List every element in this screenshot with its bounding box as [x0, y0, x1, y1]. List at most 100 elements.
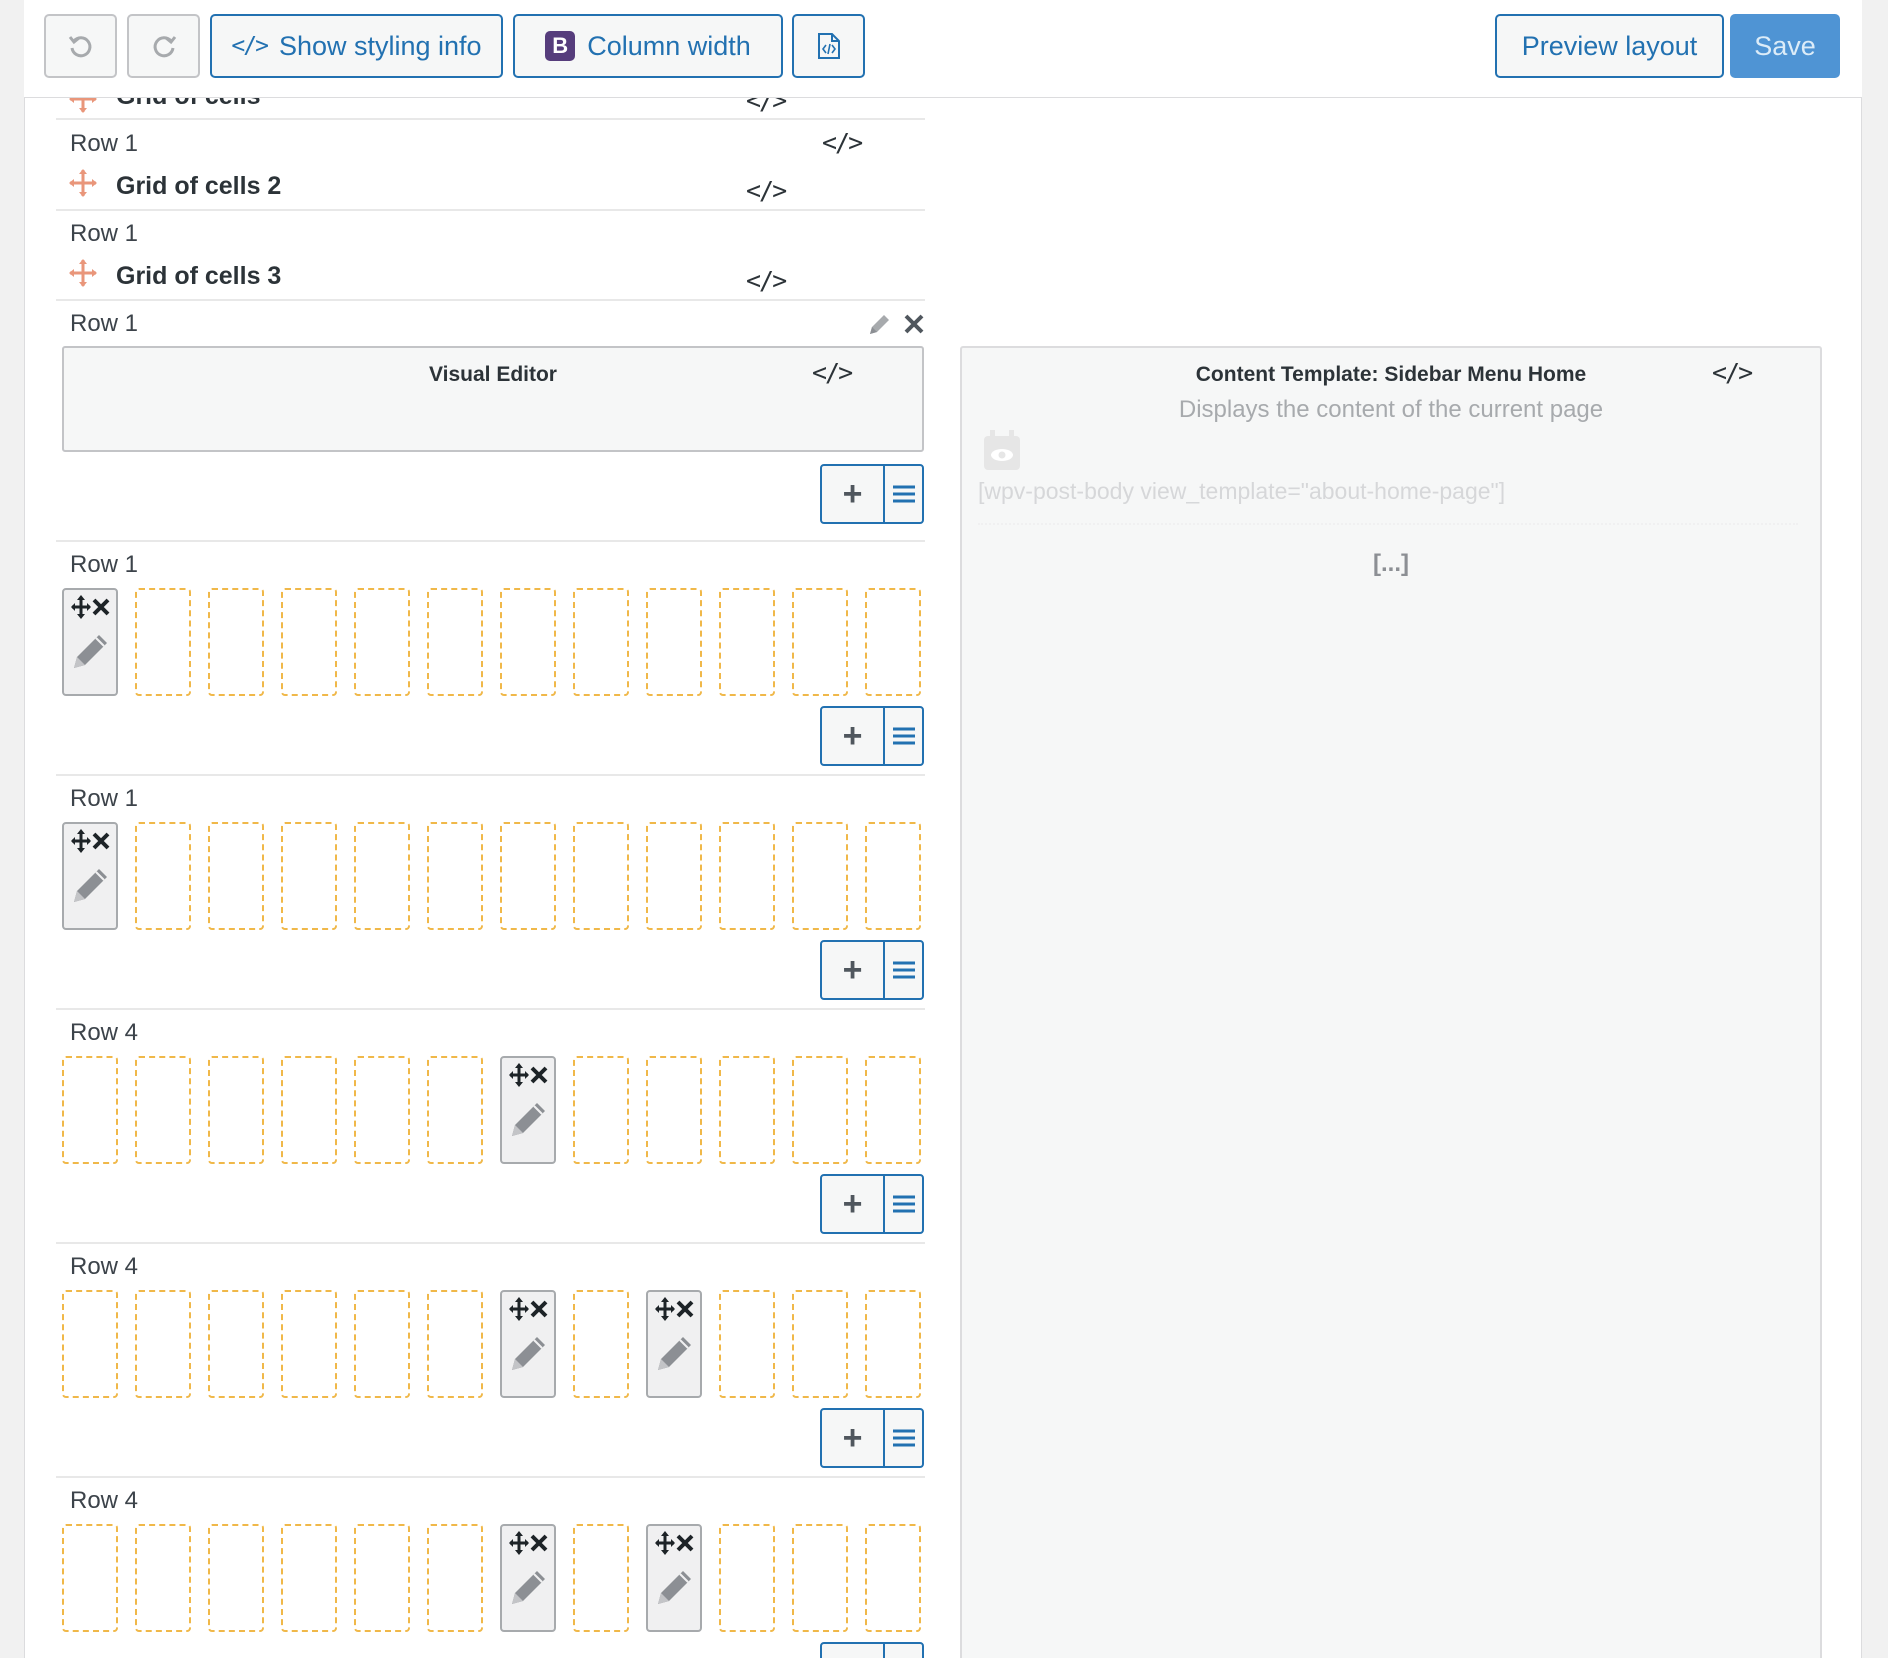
- grid-cell-empty[interactable]: [427, 588, 483, 696]
- grid-cell-empty[interactable]: [281, 1524, 337, 1632]
- grid-cell-empty[interactable]: [865, 822, 921, 930]
- grid-cell-empty[interactable]: [792, 822, 848, 930]
- preview-layout-button[interactable]: Preview layout: [1495, 14, 1724, 78]
- grid-cell-empty[interactable]: [500, 588, 556, 696]
- pencil-icon[interactable]: [866, 312, 892, 338]
- grid-cell-filled[interactable]: [500, 1056, 556, 1164]
- move-delete-icon[interactable]: [508, 1530, 550, 1556]
- code-file-button[interactable]: [792, 14, 865, 78]
- add-cell-button[interactable]: +: [822, 1644, 885, 1658]
- grid-cell-empty[interactable]: [792, 1524, 848, 1632]
- grid-cell-empty[interactable]: [865, 588, 921, 696]
- add-cell-button[interactable]: +: [822, 1410, 885, 1466]
- column-width-button[interactable]: B Column width: [513, 14, 783, 78]
- pencil-icon[interactable]: [506, 1564, 552, 1610]
- move-delete-icon[interactable]: [70, 594, 112, 620]
- grid-cell-empty[interactable]: [719, 1056, 775, 1164]
- grid-cell-empty[interactable]: [281, 822, 337, 930]
- move-delete-icon[interactable]: [654, 1530, 696, 1556]
- grid-cell-empty[interactable]: [62, 1290, 118, 1398]
- add-cell-button[interactable]: +: [822, 1176, 885, 1232]
- pencil-icon[interactable]: [68, 862, 114, 908]
- grid-cell-empty[interactable]: [281, 588, 337, 696]
- grid-cell-empty[interactable]: [354, 1524, 410, 1632]
- pencil-icon[interactable]: [506, 1096, 552, 1142]
- grid-cell-empty[interactable]: [719, 822, 775, 930]
- grid-cell-empty[interactable]: [646, 1056, 702, 1164]
- pencil-icon[interactable]: [652, 1330, 698, 1376]
- add-row-button-group[interactable]: +: [820, 706, 924, 766]
- grid-cell-empty[interactable]: [135, 1056, 191, 1164]
- grid-cell-empty[interactable]: [646, 822, 702, 930]
- add-row-button-group[interactable]: +: [820, 464, 924, 524]
- grid-cell-empty[interactable]: [354, 588, 410, 696]
- code-icon[interactable]: </>: [746, 176, 787, 205]
- add-cell-button[interactable]: +: [822, 466, 885, 522]
- grid-cell-empty[interactable]: [719, 1290, 775, 1398]
- grid-cell-empty[interactable]: [208, 822, 264, 930]
- visual-editor-cell[interactable]: Visual Editor </>: [62, 346, 924, 452]
- add-cell-button[interactable]: +: [822, 708, 885, 764]
- code-icon[interactable]: </>: [746, 266, 787, 295]
- grid-cell-empty[interactable]: [135, 588, 191, 696]
- content-template-cell[interactable]: Content Template: Sidebar Menu Home </> …: [960, 346, 1822, 1658]
- save-button[interactable]: Save: [1730, 14, 1840, 78]
- move-delete-icon[interactable]: [70, 828, 112, 854]
- grid-cell-filled[interactable]: [62, 588, 118, 696]
- add-row-button-group[interactable]: +: [820, 1642, 924, 1658]
- move-delete-icon[interactable]: [508, 1296, 550, 1322]
- grid-cell-empty[interactable]: [573, 1290, 629, 1398]
- grid-cell-empty[interactable]: [354, 1290, 410, 1398]
- pencil-icon[interactable]: [506, 1330, 552, 1376]
- row-menu-button[interactable]: [885, 466, 922, 522]
- grid-cell-empty[interactable]: [719, 1524, 775, 1632]
- code-icon[interactable]: </>: [812, 358, 853, 387]
- grid-cell-empty[interactable]: [427, 1290, 483, 1398]
- grid-cell-empty[interactable]: [646, 588, 702, 696]
- code-icon[interactable]: </>: [822, 128, 863, 157]
- grid-cell-empty[interactable]: [573, 1056, 629, 1164]
- grid-cell-empty[interactable]: [135, 1524, 191, 1632]
- pencil-icon[interactable]: [652, 1564, 698, 1610]
- grid-cell-empty[interactable]: [281, 1056, 337, 1164]
- close-icon[interactable]: [902, 312, 926, 336]
- add-cell-button[interactable]: +: [822, 942, 885, 998]
- row-menu-button[interactable]: [885, 708, 922, 764]
- move-delete-icon[interactable]: [654, 1296, 696, 1322]
- add-row-button-group[interactable]: +: [820, 1408, 924, 1468]
- grid-cell-empty[interactable]: [792, 1290, 848, 1398]
- grid-cell-empty[interactable]: [792, 588, 848, 696]
- grid-cell-empty[interactable]: [135, 1290, 191, 1398]
- grid-cell-empty[interactable]: [573, 822, 629, 930]
- row-menu-button[interactable]: [885, 1410, 922, 1466]
- grid-cell-empty[interactable]: [208, 1524, 264, 1632]
- grid-cell-filled[interactable]: [646, 1524, 702, 1632]
- grid-cell-empty[interactable]: [281, 1290, 337, 1398]
- grid-cell-empty[interactable]: [792, 1056, 848, 1164]
- undo-button[interactable]: [44, 14, 117, 78]
- grid-cell-empty[interactable]: [865, 1290, 921, 1398]
- add-row-button-group[interactable]: +: [820, 940, 924, 1000]
- move-icon[interactable]: [68, 258, 98, 288]
- grid-cell-empty[interactable]: [427, 1056, 483, 1164]
- grid-cell-empty[interactable]: [354, 822, 410, 930]
- grid-cell-empty[interactable]: [62, 1056, 118, 1164]
- move-delete-icon[interactable]: [508, 1062, 550, 1088]
- pencil-icon[interactable]: [68, 628, 114, 674]
- move-icon[interactable]: [68, 168, 98, 198]
- grid-cell-empty[interactable]: [62, 1524, 118, 1632]
- grid-cell-filled[interactable]: [646, 1290, 702, 1398]
- grid-cell-empty[interactable]: [865, 1056, 921, 1164]
- grid-cell-empty[interactable]: [208, 1290, 264, 1398]
- grid-cell-empty[interactable]: [135, 822, 191, 930]
- row-menu-button[interactable]: [885, 1176, 922, 1232]
- grid-cell-empty[interactable]: [573, 1524, 629, 1632]
- code-icon[interactable]: </>: [746, 98, 787, 115]
- grid-cell-empty[interactable]: [500, 822, 556, 930]
- grid-cell-empty[interactable]: [865, 1524, 921, 1632]
- add-row-button-group[interactable]: +: [820, 1174, 924, 1234]
- grid-cell-filled[interactable]: [500, 1524, 556, 1632]
- grid-cell-empty[interactable]: [208, 1056, 264, 1164]
- grid-cell-filled[interactable]: [500, 1290, 556, 1398]
- grid-cell-empty[interactable]: [208, 588, 264, 696]
